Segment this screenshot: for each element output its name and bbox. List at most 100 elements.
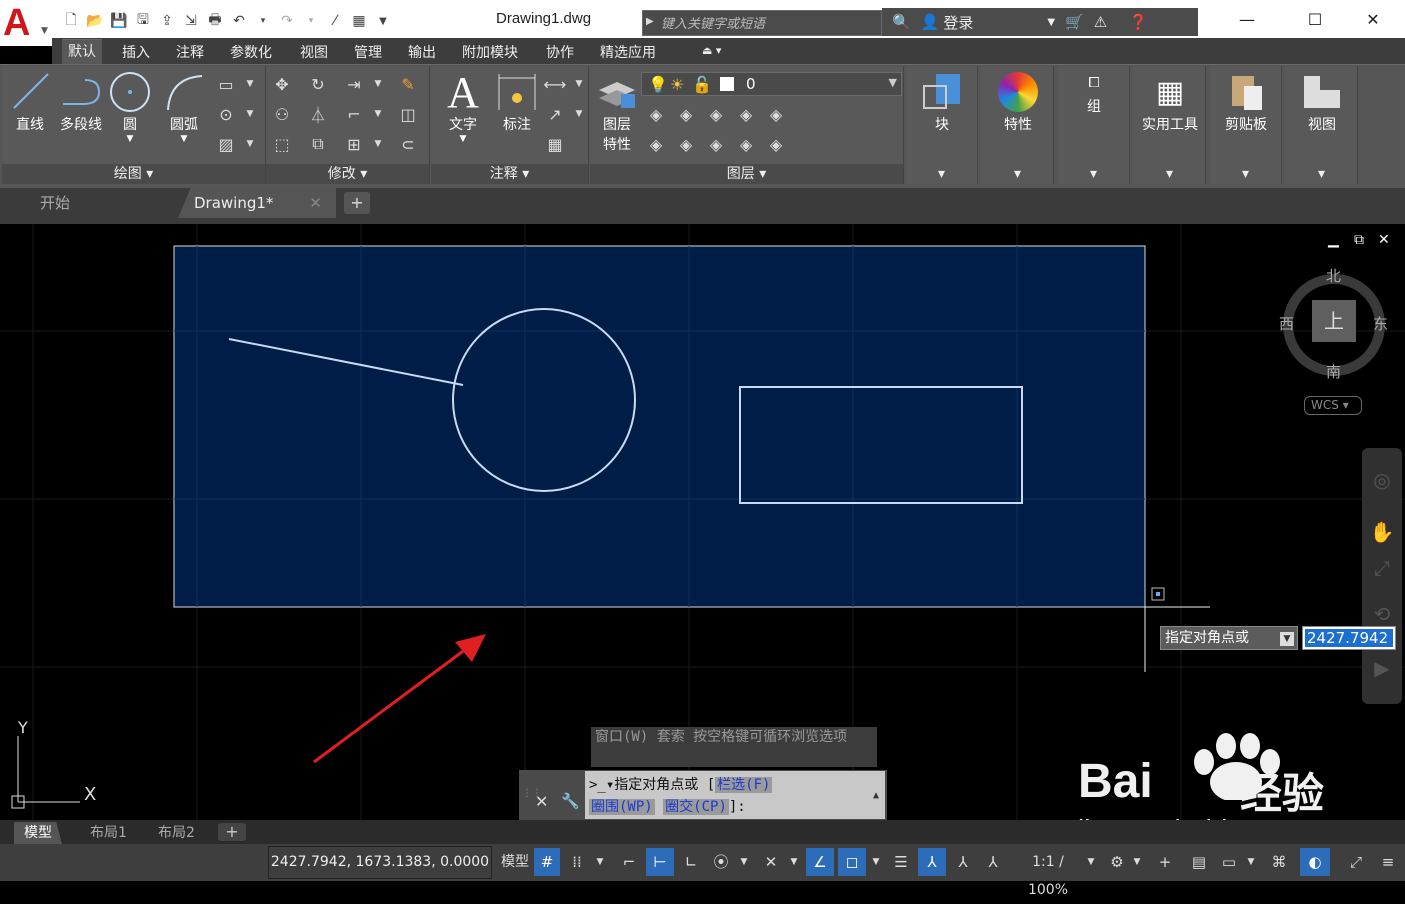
maximize-button[interactable]: ☐ — [1292, 6, 1338, 34]
steering-wheel-icon[interactable]: ◎ — [1366, 464, 1398, 496]
hardware-acceleration-icon[interactable]: ◐ — [1300, 848, 1330, 876]
chevron-down-icon[interactable]: ▼ — [736, 848, 752, 876]
chevron-down-icon[interactable]: ▾ — [906, 164, 977, 184]
line-tool[interactable]: 直线 — [8, 70, 52, 134]
circle-tool[interactable]: 圆 ▼ — [108, 70, 152, 144]
tab-manage[interactable]: 管理 — [354, 42, 382, 62]
chevron-up-icon[interactable]: ▲ — [873, 785, 879, 807]
cart-icon[interactable]: 🛒 — [1065, 13, 1084, 31]
option-fence[interactable]: 栏选(F) — [715, 777, 773, 793]
layer-lock-icon[interactable]: ◈ — [734, 102, 758, 126]
layout-tab-2[interactable]: 布局2 — [148, 822, 205, 844]
trim-icon[interactable]: ⇥ — [342, 72, 366, 96]
panel-modify-title[interactable]: 修改 ▾ — [266, 164, 429, 184]
layer-on-icon[interactable]: ◈ — [644, 132, 668, 156]
viewcube-east[interactable]: 东 — [1373, 313, 1388, 334]
panel-draw-title[interactable]: 绘图 ▾ — [2, 164, 265, 184]
option-cpolygon[interactable]: 圈交(CP) — [663, 799, 729, 815]
layer-properties-tool[interactable]: 图层 特性 — [594, 70, 640, 154]
viewcube-north[interactable]: 北 — [1326, 265, 1341, 286]
tab-collaborate[interactable]: 协作 — [546, 42, 574, 62]
make-current-icon[interactable]: ◈ — [764, 102, 788, 126]
zoom-extents-icon[interactable]: ⤢ — [1366, 552, 1398, 584]
chevron-down-icon[interactable]: ▾ — [1210, 164, 1281, 184]
layer-match-icon[interactable]: ◈ — [764, 132, 788, 156]
ribbon-minimize-icon[interactable]: ⏏ ▾ — [702, 44, 721, 57]
chevron-down-icon[interactable]: ▼ — [1244, 848, 1258, 876]
tab-parametric[interactable]: 参数化 — [230, 42, 272, 62]
close-button[interactable]: ✕ — [1350, 6, 1396, 34]
panel-annotation-title[interactable]: 注释 ▾ — [431, 164, 588, 184]
options-dropdown-icon[interactable]: ▼ — [1280, 632, 1294, 646]
ortho-toggle-icon[interactable]: ∟ — [678, 848, 704, 876]
coordinates-readout[interactable]: 2427.7942, 1673.1383, 0.0000 — [268, 846, 492, 879]
match-properties-icon[interactable]: ⁄ — [324, 10, 346, 32]
dynamic-input-toggle-icon[interactable]: ⊢ — [646, 848, 674, 876]
grid-toggle-icon[interactable]: # — [534, 848, 560, 876]
autodesk-a360-icon[interactable]: ⚠ — [1094, 13, 1107, 31]
chevron-down-icon[interactable]: ▼ — [238, 102, 262, 126]
object-snap-tracking-icon[interactable]: ∠ — [806, 848, 834, 876]
expand-icon[interactable]: ▶ — [646, 16, 654, 27]
infer-constraints-icon[interactable]: ⌐ — [616, 848, 642, 876]
option-wpolygon[interactable]: 圈围(WP) — [589, 799, 655, 815]
chevron-down-icon[interactable]: ▼ — [567, 72, 591, 96]
tab-home[interactable]: 默认 — [62, 39, 102, 64]
wcs-menu[interactable]: WCS ▾ — [1304, 396, 1362, 415]
workspace-icon[interactable]: ▦ — [348, 10, 370, 32]
new-tab-button[interactable]: + — [344, 192, 370, 214]
chevron-down-icon[interactable]: ▼ — [567, 102, 591, 126]
application-menu-button[interactable]: A ▼ — [0, 0, 52, 46]
tab-output[interactable]: 输出 — [408, 42, 436, 62]
group-tool[interactable]: ⧠ 组 — [1070, 70, 1118, 116]
offset-icon[interactable]: ⊂ — [396, 132, 420, 156]
chevron-down-icon[interactable]: ▾ — [1286, 164, 1357, 184]
annotation-visibility-icon[interactable]: ⅄ — [918, 848, 946, 876]
clean-screen-icon[interactable]: ⤢ — [1342, 848, 1370, 876]
text-tool[interactable]: A 文字 ▼ — [439, 68, 487, 145]
chevron-down-icon[interactable]: ▾ — [1058, 164, 1129, 184]
tab-annotate[interactable]: 注释 — [176, 42, 204, 62]
fillet-icon[interactable]: ⌐ — [342, 102, 366, 126]
chevron-down-icon[interactable]: ▾ — [982, 164, 1053, 184]
chevron-down-icon[interactable]: ▼ — [1130, 848, 1144, 876]
doc-tab-drawing1[interactable]: Drawing1* ✕ — [178, 188, 336, 218]
explode-icon[interactable]: ◫ — [396, 102, 420, 126]
properties-tool[interactable]: 特性 — [994, 70, 1042, 134]
undo-icon[interactable]: ↶ — [228, 10, 250, 32]
lineweight-icon[interactable]: ☰ — [888, 848, 914, 876]
viewcube-top-face[interactable]: 上 — [1312, 300, 1356, 342]
layer-unisolate-icon[interactable]: ◈ — [674, 132, 698, 156]
isodraft-icon[interactable]: ✕ — [758, 848, 784, 876]
viewport-close-icon[interactable]: ✕ — [1378, 232, 1390, 248]
undo-dropdown-icon[interactable]: ▾ — [252, 10, 274, 32]
annotation-scale-icon[interactable]: ⅄ — [980, 848, 1006, 876]
customize-icon[interactable]: 🔧 — [561, 792, 580, 810]
add-layout-button[interactable]: + — [218, 823, 246, 841]
showmotion-icon[interactable]: ▶ — [1366, 652, 1398, 684]
layer-isolate-icon[interactable]: ◈ — [674, 102, 698, 126]
table-icon[interactable]: ▦ — [543, 132, 567, 156]
chevron-down-icon[interactable]: ▾ — [1134, 164, 1205, 184]
open-file-icon[interactable]: 📂 — [84, 10, 106, 32]
tab-featured-apps[interactable]: 精选应用 — [600, 42, 656, 62]
sign-in[interactable]: 👤 登录 ▼ — [921, 12, 1055, 33]
customize-toolbar-icon[interactable]: ▼ — [372, 10, 394, 32]
layout-tab-1[interactable]: 布局1 — [80, 822, 137, 844]
copy-icon[interactable]: ⚇ — [270, 102, 294, 126]
block-tool[interactable]: 块 — [918, 70, 966, 134]
chevron-down-icon[interactable]: ▼ — [238, 72, 262, 96]
polar-tracking-icon[interactable]: ⦿ — [708, 848, 734, 876]
open-web-icon[interactable]: ⇪ — [156, 10, 178, 32]
tab-addins[interactable]: 附加模块 — [462, 42, 518, 62]
move-icon[interactable]: ✥ — [270, 72, 294, 96]
search-input[interactable] — [659, 13, 877, 33]
arc-tool[interactable]: 圆弧 ▼ — [160, 70, 208, 144]
chevron-down-icon[interactable]: ▼ — [786, 848, 802, 876]
snap-toggle-icon[interactable]: ⁞⁞ — [564, 848, 590, 876]
customization-menu-icon[interactable]: ≡ — [1374, 848, 1402, 876]
erase-icon[interactable]: ✎ — [396, 72, 420, 96]
dimension-tool[interactable]: 标注 — [493, 70, 541, 134]
clipboard-tool[interactable]: 剪贴板 — [1212, 70, 1280, 134]
chevron-down-icon[interactable]: ▼ — [238, 132, 262, 156]
